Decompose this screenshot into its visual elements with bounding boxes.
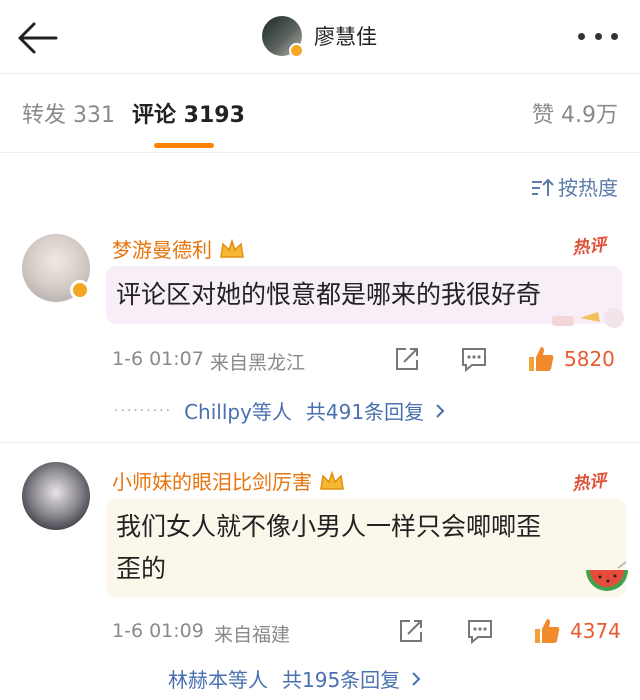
- comment-text-line: 歪的: [116, 554, 167, 583]
- comment-divider: [0, 442, 640, 443]
- bubble-decoration-icon: [550, 300, 630, 332]
- commenter-avatar[interactable]: [22, 234, 90, 302]
- sort-toggle[interactable]: 按热度: [530, 172, 618, 201]
- crown-icon: [320, 470, 344, 490]
- comment-text: 评论区对她的恨意都是哪来的我很好奇: [106, 266, 622, 324]
- active-tab-indicator: [154, 143, 214, 148]
- hot-comment-badge: 热评: [571, 235, 608, 259]
- comment-location: 来自福建: [214, 624, 291, 646]
- like-button[interactable]: 4374: [532, 616, 621, 646]
- comment-text-line: 我们女人就不像小男人一样只会唧唧歪: [116, 512, 542, 541]
- crown-icon: [220, 238, 244, 258]
- comment-icon[interactable]: [460, 346, 488, 376]
- share-icon[interactable]: [394, 346, 420, 376]
- sort-icon: [532, 178, 554, 196]
- comment-icon[interactable]: [466, 618, 494, 648]
- comment-time: 1-6 01:09: [112, 620, 204, 642]
- watermelon-icon: [584, 560, 630, 600]
- like-count: 5820: [564, 347, 615, 371]
- back-arrow-icon[interactable]: [14, 18, 64, 58]
- like-button[interactable]: 5820: [526, 344, 615, 374]
- more-dots-icon[interactable]: [578, 26, 618, 46]
- commenter-avatar[interactable]: [22, 462, 90, 530]
- reply-count: 共195条回复: [282, 668, 401, 692]
- author-info[interactable]: 廖慧佳: [262, 14, 377, 58]
- tab-comments[interactable]: 评论 3193: [132, 97, 245, 129]
- top-bar: 廖慧佳: [0, 0, 640, 74]
- author-avatar[interactable]: [262, 16, 304, 58]
- hot-comment-badge: 热评: [571, 471, 608, 495]
- verified-badge-icon: [289, 43, 304, 58]
- verified-badge-icon: [70, 280, 90, 300]
- author-name: 廖慧佳: [314, 25, 377, 49]
- tab-bar: 转发 331 评论 3193 赞 4.9万: [0, 75, 640, 153]
- chevron-right-icon: [412, 671, 421, 686]
- view-replies-link[interactable]: ········· Chillpy等人 共491条回复: [114, 396, 446, 425]
- chevron-right-icon: [436, 403, 445, 418]
- reply-dots-icon: ·········: [114, 402, 173, 419]
- thumbs-up-icon: [529, 347, 554, 371]
- thumbs-up-icon: [535, 619, 560, 643]
- sort-label: 按热度: [558, 176, 618, 200]
- view-replies-link[interactable]: 林赫本等人 共195条回复: [168, 664, 422, 693]
- reply-count: 共491条回复: [305, 400, 425, 424]
- tab-likes[interactable]: 赞 4.9万: [532, 97, 618, 129]
- comment-location: 来自黑龙江: [210, 352, 306, 374]
- reply-names: 林赫本等人: [168, 668, 268, 692]
- comment-time: 1-6 01:07: [112, 348, 204, 370]
- tab-reposts[interactable]: 转发 331: [22, 97, 115, 129]
- commenter-name[interactable]: 小师妹的眼泪比剑厉害: [112, 466, 346, 495]
- share-icon[interactable]: [398, 618, 424, 648]
- comment-text: 我们女人就不像小男人一样只会唧唧歪 歪的: [106, 498, 626, 598]
- reply-names: Chillpy等人: [184, 400, 292, 424]
- commenter-name[interactable]: 梦游曼德利: [112, 234, 246, 263]
- like-count: 4374: [570, 619, 621, 643]
